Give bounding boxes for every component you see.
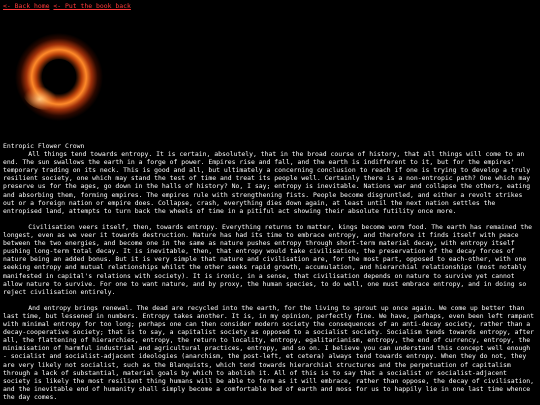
book-content: Entropic Flower Crown All things tend to… — [3, 142, 537, 405]
book-paragraph: Civilisation veers itself, then, towards… — [3, 222, 533, 296]
book-paragraph: All things tend towards entropy. It is c… — [3, 150, 531, 215]
black-hole-ring-image — [3, 22, 116, 133]
nav-bar: <- Back home <- Put the book back — [3, 2, 131, 10]
book-paragraph: And entropy brings renewal. The dead are… — [3, 303, 534, 401]
book-title: Entropic Flower Crown — [3, 142, 85, 150]
put-book-back-link[interactable]: <- Put the book back — [53, 2, 131, 10]
back-home-link[interactable]: <- Back home — [3, 2, 50, 10]
book-cover-image — [3, 22, 116, 133]
